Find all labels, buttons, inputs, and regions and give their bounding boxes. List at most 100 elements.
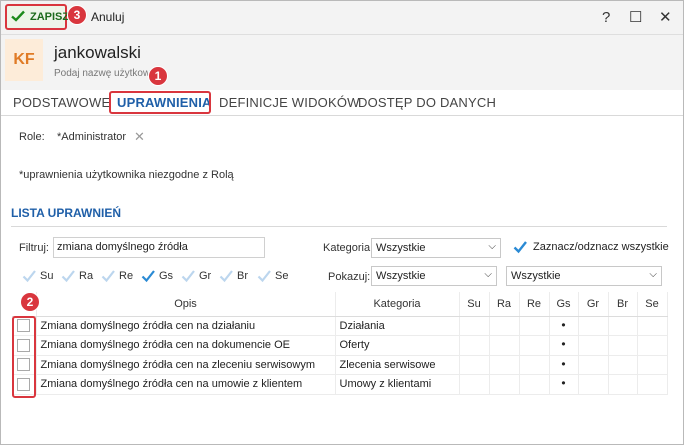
save-button[interactable]: ZAPISZ xyxy=(5,4,69,30)
show-select[interactable]: Wszystkie ⌵ xyxy=(371,266,497,286)
permission-dot: • xyxy=(561,376,566,391)
row-opis: Zmiana domyślnego źródła cen na dokumenc… xyxy=(36,335,336,356)
row-checkbox[interactable] xyxy=(17,319,31,333)
perm-toggle-label: Gr xyxy=(199,270,212,282)
tab-podstawowe[interactable]: PODSTAWOWE xyxy=(13,95,110,110)
checkmark-icon xyxy=(257,269,271,283)
row-select-cell[interactable] xyxy=(12,316,37,336)
help-icon[interactable]: ? xyxy=(602,9,610,27)
close-icon[interactable]: ✕ xyxy=(659,9,672,27)
row-perm-gs[interactable]: • xyxy=(549,374,579,395)
role-label: Role: xyxy=(19,131,45,143)
row-perm-su[interactable] xyxy=(459,374,490,395)
row-perm-gr[interactable] xyxy=(578,316,609,336)
perm-toggle-br[interactable]: Br xyxy=(219,269,248,283)
perm-toggle-se[interactable]: Se xyxy=(257,269,288,283)
filter-input[interactable]: zmiana domyślnego źródła xyxy=(53,237,265,258)
row-perm-gr[interactable] xyxy=(578,374,609,395)
window: ZAPISZ 3 Anuluj ? ☐ ✕ KF jankowalski Pod… xyxy=(0,0,684,445)
perm-toggle-gs[interactable]: Gs xyxy=(141,269,173,283)
row-perm-gs[interactable]: • xyxy=(549,335,579,356)
permissions-note: *uprawnienia użytkownika niezgodne z Rol… xyxy=(19,169,234,181)
column-header-ra[interactable]: Ra xyxy=(489,292,520,317)
extra-filter-select[interactable]: Wszystkie ⌵ xyxy=(506,266,662,286)
row-select-cell[interactable] xyxy=(12,355,37,375)
row-perm-su[interactable] xyxy=(459,316,490,336)
row-perm-se[interactable] xyxy=(637,316,668,336)
row-select-cell[interactable] xyxy=(12,374,37,395)
perm-toggle-label: Se xyxy=(275,270,289,282)
checkmark-icon xyxy=(219,269,233,283)
row-checkbox[interactable] xyxy=(17,358,31,372)
tab-definicje-widokow[interactable]: DEFINICJE WIDOKÓW xyxy=(219,95,360,110)
perm-toggle-label: Br xyxy=(237,270,248,282)
row-perm-ra[interactable] xyxy=(489,316,520,336)
row-perm-su[interactable] xyxy=(459,335,490,356)
permission-dot: • xyxy=(561,337,566,352)
row-opis: Zmiana domyślnego źródła cen na działani… xyxy=(36,316,336,336)
row-select-cell[interactable] xyxy=(12,335,37,356)
row-perm-re[interactable] xyxy=(519,355,550,375)
checkall-label: Zaznacz/odznacz wszystkie xyxy=(533,241,669,253)
checkall-checkbox[interactable] xyxy=(513,240,527,254)
row-perm-su[interactable] xyxy=(459,355,490,375)
user-name[interactable]: jankowalski xyxy=(54,43,141,63)
row-perm-gr[interactable] xyxy=(578,335,609,356)
user-header: KF jankowalski Podaj nazwę użytkow 1 xyxy=(1,35,683,90)
show-select-value: Wszystkie xyxy=(376,270,426,282)
category-select[interactable]: Wszystkie ⌵ xyxy=(371,238,501,258)
perm-toggle-re[interactable]: Re xyxy=(101,269,133,283)
column-header-opis[interactable]: Opis xyxy=(36,292,336,317)
row-perm-br[interactable] xyxy=(608,316,638,336)
row-kategoria: Oferty xyxy=(335,335,460,356)
row-perm-br[interactable] xyxy=(608,374,638,395)
row-checkbox[interactable] xyxy=(17,377,31,391)
row-perm-br[interactable] xyxy=(608,335,638,356)
checkmark-icon xyxy=(141,269,155,283)
table-row[interactable]: Zmiana domyślnego źródła cen na zleceniu… xyxy=(12,355,668,375)
perm-toggle-label: Su xyxy=(40,270,54,282)
column-header-gs[interactable]: Gs xyxy=(549,292,579,317)
column-header-su[interactable]: Su xyxy=(459,292,490,317)
row-perm-ra[interactable] xyxy=(489,355,520,375)
tab-bar: PODSTAWOWE UPRAWNIENIA DEFINICJE WIDOKÓW… xyxy=(1,90,683,116)
row-perm-se[interactable] xyxy=(637,355,668,375)
permissions-table: Opis Kategoria Su Ra Re Gs Gr Br Se Zmia… xyxy=(12,292,668,395)
show-label: Pokazuj: xyxy=(328,271,371,283)
cancel-button[interactable]: Anuluj xyxy=(79,10,124,24)
chevron-down-icon: ⌵ xyxy=(488,241,496,252)
perm-toggle-su[interactable]: Su xyxy=(22,269,53,283)
avatar: KF xyxy=(5,39,43,81)
perm-toggle-label: Re xyxy=(119,270,134,282)
checkmark-icon xyxy=(61,269,75,283)
maximize-icon[interactable]: ☐ xyxy=(629,9,642,27)
row-perm-ra[interactable] xyxy=(489,374,520,395)
checkmark-icon xyxy=(181,269,195,283)
row-perm-gs[interactable]: • xyxy=(549,316,579,336)
row-perm-re[interactable] xyxy=(519,316,550,336)
perm-toggle-gr[interactable]: Gr xyxy=(181,269,211,283)
column-header-kategoria[interactable]: Kategoria xyxy=(335,292,460,317)
table-row[interactable]: Zmiana domyślnego źródła cen na działani… xyxy=(12,316,668,336)
row-perm-se[interactable] xyxy=(637,335,668,356)
row-perm-ra[interactable] xyxy=(489,335,520,356)
row-perm-br[interactable] xyxy=(608,355,638,375)
row-perm-re[interactable] xyxy=(519,374,550,395)
column-header-re[interactable]: Re xyxy=(519,292,550,317)
perm-toggle-label: Gs xyxy=(159,270,174,282)
remove-role-icon[interactable]: ✕ xyxy=(134,129,145,145)
row-perm-re[interactable] xyxy=(519,335,550,356)
row-perm-gs[interactable]: • xyxy=(549,355,579,375)
tab-dostep-do-danych[interactable]: DOSTĘP DO DANYCH xyxy=(358,95,496,110)
column-header-br[interactable]: Br xyxy=(608,292,638,317)
table-header-row: Opis Kategoria Su Ra Re Gs Gr Br Se xyxy=(12,292,668,317)
row-checkbox[interactable] xyxy=(17,338,31,352)
row-perm-gr[interactable] xyxy=(578,355,609,375)
column-header-se[interactable]: Se xyxy=(637,292,668,317)
perm-toggle-ra[interactable]: Ra xyxy=(61,269,93,283)
table-row[interactable]: Zmiana domyślnego źródła cen na umowie z… xyxy=(12,374,668,395)
column-header-gr[interactable]: Gr xyxy=(578,292,609,317)
table-row[interactable]: Zmiana domyślnego źródła cen na dokumenc… xyxy=(12,335,668,356)
row-perm-se[interactable] xyxy=(637,374,668,395)
row-opis: Zmiana domyślnego źródła cen na zleceniu… xyxy=(36,355,336,375)
